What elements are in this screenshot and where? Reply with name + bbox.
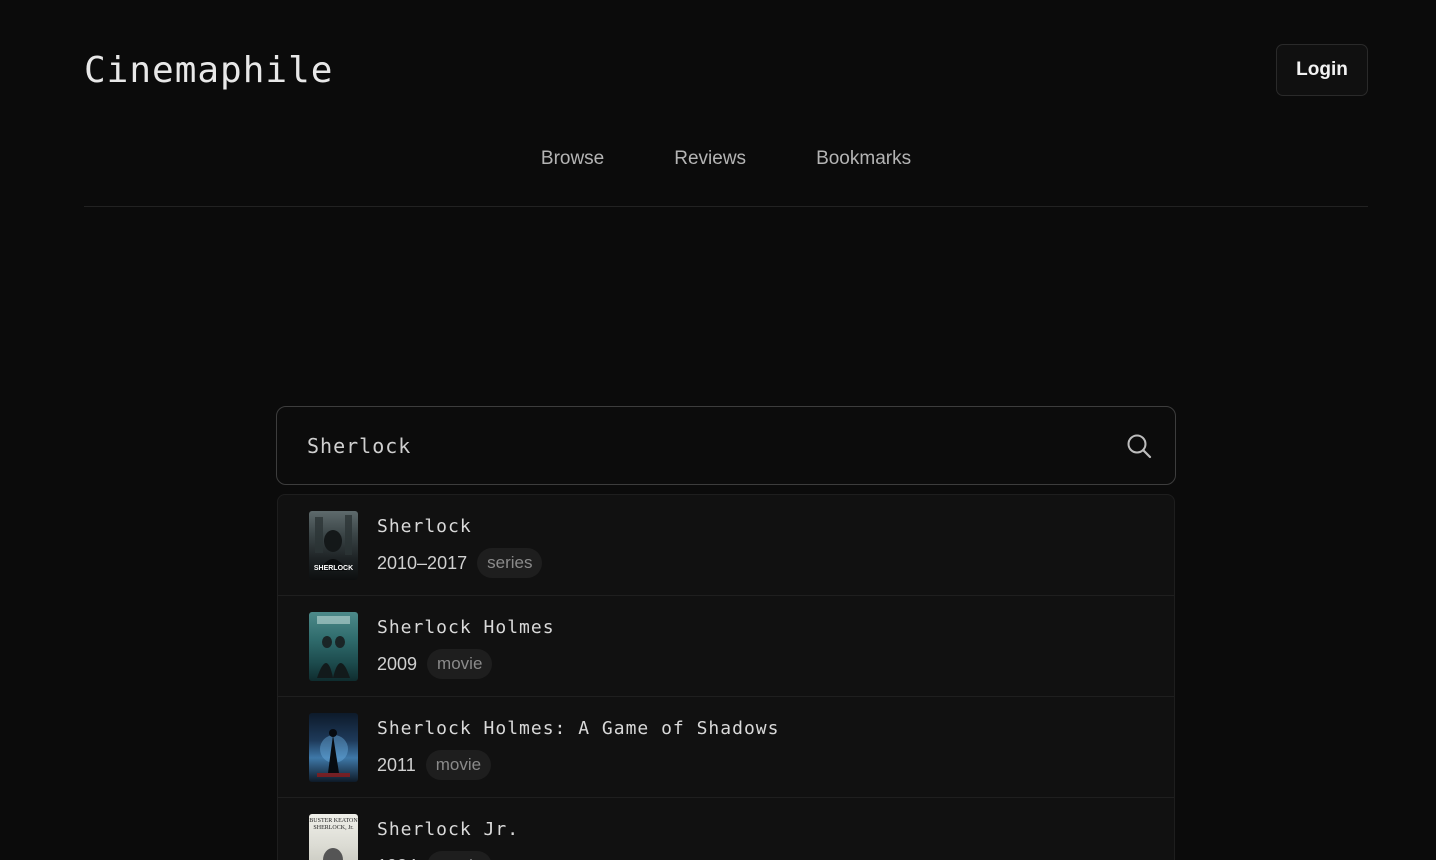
app-logo[interactable]: Cinemaphile bbox=[84, 50, 333, 91]
result-title: Sherlock Jr. bbox=[377, 819, 520, 840]
result-info: Sherlock Holmes: A Game of Shadows 2011 … bbox=[377, 713, 779, 780]
result-item[interactable]: BUSTER KEATON SHERLOCK, Jr. Sherlock Jr.… bbox=[278, 798, 1174, 860]
search-results-list: SHERLOCK Sherlock 2010–2017 series Sherl… bbox=[277, 494, 1175, 860]
result-title: Sherlock Holmes bbox=[377, 617, 555, 638]
result-meta: 1924 movie bbox=[377, 851, 519, 860]
type-badge: movie bbox=[427, 851, 493, 860]
poster-image: SHERLOCK bbox=[309, 511, 358, 580]
search-bar bbox=[276, 406, 1176, 485]
result-meta: 2009 movie bbox=[377, 649, 555, 679]
poster-image: BUSTER KEATON SHERLOCK, Jr. bbox=[309, 814, 358, 860]
result-info: Sherlock 2010–2017 series bbox=[377, 511, 543, 578]
nav-bookmarks[interactable]: Bookmarks bbox=[816, 148, 911, 170]
search-icon[interactable] bbox=[1125, 432, 1153, 460]
result-info: Sherlock Holmes 2009 movie bbox=[377, 612, 555, 679]
result-meta: 2011 movie bbox=[377, 750, 779, 780]
poster-image bbox=[309, 713, 358, 782]
result-info: Sherlock Jr. 1924 movie bbox=[377, 814, 519, 860]
main-nav: Browse Reviews Bookmarks bbox=[0, 148, 1436, 170]
login-button[interactable]: Login bbox=[1276, 44, 1368, 96]
result-item[interactable]: SHERLOCK Sherlock 2010–2017 series bbox=[278, 495, 1174, 596]
result-meta: 2010–2017 series bbox=[377, 548, 543, 578]
result-year: 2010–2017 bbox=[377, 552, 468, 573]
header-divider bbox=[84, 206, 1368, 207]
result-title: Sherlock Holmes: A Game of Shadows bbox=[377, 718, 780, 739]
search-input[interactable] bbox=[277, 407, 1125, 484]
type-badge: movie bbox=[427, 649, 493, 679]
result-item[interactable]: Sherlock Holmes 2009 movie bbox=[278, 596, 1174, 697]
type-badge: movie bbox=[425, 750, 492, 780]
type-badge: series bbox=[477, 548, 543, 578]
poster-caption: SHERLOCK bbox=[313, 565, 354, 572]
poster-image bbox=[309, 612, 358, 681]
page: Cinemaphile Login Browse Reviews Bookmar… bbox=[0, 0, 1436, 860]
top-header: Cinemaphile Login bbox=[84, 44, 1368, 96]
nav-reviews[interactable]: Reviews bbox=[674, 148, 746, 170]
result-item[interactable]: Sherlock Holmes: A Game of Shadows 2011 … bbox=[278, 697, 1174, 798]
result-year: 2009 bbox=[377, 653, 418, 674]
nav-browse[interactable]: Browse bbox=[541, 148, 604, 170]
result-title: Sherlock bbox=[377, 516, 472, 537]
result-year: 1924 bbox=[377, 856, 417, 860]
result-year: 2011 bbox=[377, 754, 416, 775]
